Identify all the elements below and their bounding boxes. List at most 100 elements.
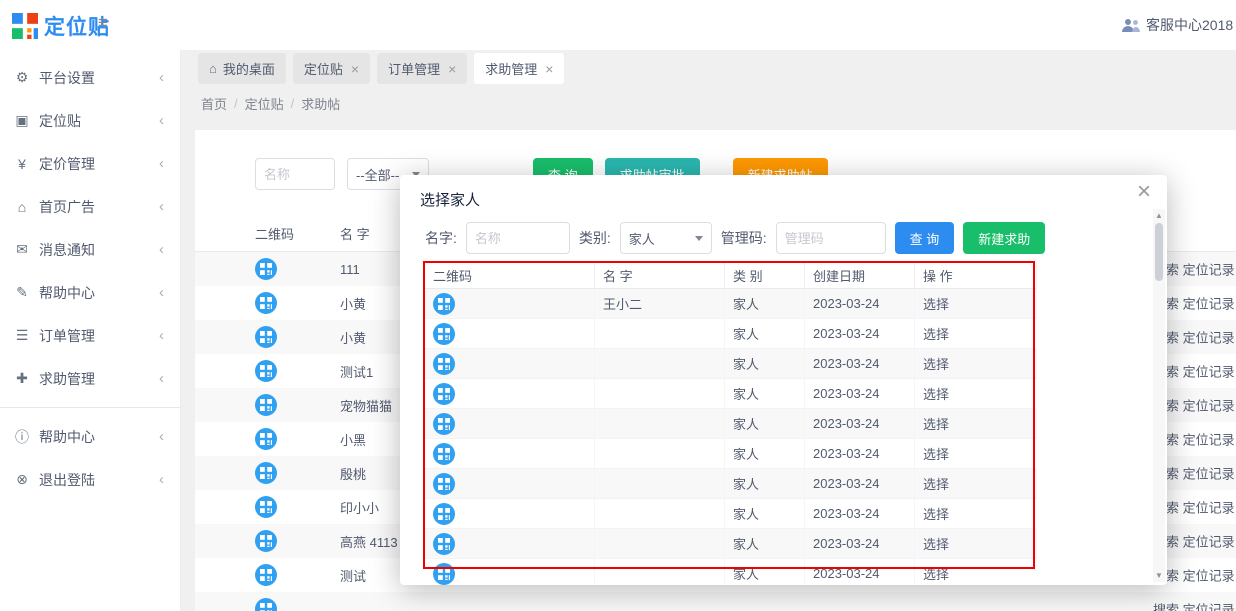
qr-code-icon — [255, 360, 277, 382]
tab-close-icon[interactable]: × — [351, 61, 359, 77]
qr-code-icon — [255, 394, 277, 416]
sidebar-item-label: 退出登陆 — [39, 470, 150, 490]
breadcrumb-label: 首页 — [201, 94, 227, 113]
select-row-link[interactable]: 选择 — [915, 409, 1037, 438]
sidebar-item[interactable]: ¥ 定价管理 ‹ — [0, 142, 180, 185]
select-row-link[interactable]: 选择 — [915, 289, 1037, 318]
name-cell — [595, 499, 725, 528]
sidebar-item[interactable]: ▣ 定位贴 ‹ — [0, 99, 180, 142]
qr-cell — [425, 439, 595, 468]
sidebar-item-label: 订单管理 — [39, 326, 150, 346]
category-cell: 家人 — [725, 499, 805, 528]
sidebar-item[interactable]: ⓘ 帮助中心 ‹ — [0, 415, 180, 458]
qr-cell — [425, 559, 595, 585]
family-row: 家人 2023-03-24 选择 — [425, 559, 1037, 585]
action-column-header: 操 作 — [915, 263, 1037, 288]
scroll-up-icon[interactable]: ▲ — [1153, 211, 1165, 220]
tab[interactable]: 定位贴 × — [293, 53, 370, 84]
category-cell: 家人 — [725, 409, 805, 438]
qr-cell — [255, 326, 340, 348]
select-row-link[interactable]: 选择 — [915, 529, 1037, 558]
search-location-records-link[interactable]: 搜索 定位记录 — [1153, 600, 1235, 611]
select-row-link[interactable]: 选择 — [915, 559, 1037, 585]
chevron-left-icon: ‹ — [159, 155, 164, 172]
sidebar-item[interactable]: ☰ 订单管理 ‹ — [0, 314, 180, 357]
breadcrumb: 首页 / 定位贴 / 求助帖 / — [181, 87, 1236, 120]
select-row-link[interactable]: 选择 — [915, 379, 1037, 408]
breadcrumb-item[interactable]: 首页 / — [201, 94, 245, 113]
sidebar-footer-menu: ⓘ 帮助中心 ‹ ⊗ 退出登陆 ‹ — [0, 415, 180, 501]
sidebar-item-label: 帮助中心 — [39, 283, 150, 303]
topbar: 定位贴 ≡ 客服中心2018 — [0, 0, 1236, 50]
sidebar-item-label: 平台设置 — [39, 68, 150, 88]
users-icon — [1122, 18, 1140, 33]
table-row: 搜索 定位记录 — [195, 592, 1236, 611]
family-row: 家人 2023-03-24 选择 — [425, 469, 1037, 499]
qr-cell — [255, 394, 340, 416]
created-date-cell: 2023-03-24 — [805, 379, 915, 408]
tab-close-icon[interactable]: × — [545, 61, 553, 77]
table-body: 王小二 家人 2023-03-24 选择 — [425, 289, 1037, 585]
sidebar-item[interactable]: ⌂ 首页广告 ‹ — [0, 185, 180, 228]
sidebar-item[interactable]: ✚ 求助管理 ‹ — [0, 357, 180, 400]
modal-search-button[interactable]: 查 询 — [895, 222, 955, 254]
chevron-left-icon: ‹ — [159, 327, 164, 344]
select-row-link[interactable]: 选择 — [915, 349, 1037, 378]
select-row-link[interactable]: 选择 — [915, 469, 1037, 498]
select-row-link[interactable]: 选择 — [915, 439, 1037, 468]
created-column-header: 创建日期 — [805, 263, 915, 288]
breadcrumb-item[interactable]: 定位贴 / — [245, 94, 302, 113]
name-label: 名字: — [425, 228, 457, 248]
sidebar-item[interactable]: ✉ 消息通知 ‹ — [0, 228, 180, 271]
created-date-cell: 2023-03-24 — [805, 439, 915, 468]
collapse-menu-icon[interactable]: ≡ — [98, 13, 108, 33]
select-value: 家人 — [629, 229, 655, 248]
tab[interactable]: 订单管理 × — [377, 53, 467, 84]
name-cell — [595, 349, 725, 378]
user-menu[interactable]: 客服中心2018 — [1122, 15, 1233, 35]
sidebar-item[interactable]: ⚙ 平台设置 ‹ — [0, 56, 180, 99]
sidebar-item-icon: ✉ — [14, 241, 30, 258]
qr-cell — [425, 529, 595, 558]
qr-code-icon — [433, 323, 455, 345]
modal-category-select[interactable]: 家人 — [620, 222, 712, 254]
chevron-left-icon: ‹ — [159, 112, 164, 129]
scrollbar-thumb[interactable] — [1155, 223, 1163, 281]
sidebar-item-icon: ⚙ — [14, 69, 30, 86]
breadcrumb-item[interactable]: 求助帖 / — [301, 94, 340, 113]
category-cell: 家人 — [725, 379, 805, 408]
qr-code-icon — [433, 293, 455, 315]
name-cell — [595, 409, 725, 438]
sidebar-item-icon: ✎ — [14, 284, 30, 301]
sidebar-item-label: 定价管理 — [39, 154, 150, 174]
qr-cell — [425, 289, 595, 318]
tab-label: 订单管理 — [388, 59, 440, 78]
tab[interactable]: ⌂ 我的桌面 — [198, 53, 286, 84]
scroll-down-icon[interactable]: ▼ — [1153, 571, 1165, 580]
modal-new-help-button[interactable]: 新建求助 — [963, 222, 1045, 254]
sidebar-item-label: 求助管理 — [39, 369, 150, 389]
close-icon[interactable]: × — [1137, 180, 1151, 204]
tab-close-icon[interactable]: × — [448, 61, 456, 77]
tab-label: 求助管理 — [485, 59, 537, 78]
name-cell: 王小二 — [595, 289, 725, 318]
created-date-cell: 2023-03-24 — [805, 469, 915, 498]
admin-code-input[interactable] — [776, 222, 886, 254]
qr-code-icon — [255, 462, 277, 484]
category-cell: 家人 — [725, 289, 805, 318]
sidebar-item[interactable]: ✎ 帮助中心 ‹ — [0, 271, 180, 314]
name-column-header: 名 字 — [595, 263, 725, 288]
family-table: 二维码 名 字 类 别 创建日期 操 作 — [425, 263, 1037, 585]
modal-scrollbar[interactable]: ▲ ▼ — [1153, 209, 1165, 582]
admin-code-label: 管理码: — [721, 228, 767, 248]
qr-code-icon — [255, 598, 277, 611]
created-date-cell: 2023-03-24 — [805, 499, 915, 528]
modal-name-input[interactable] — [466, 222, 570, 254]
name-filter-input[interactable] — [255, 158, 335, 190]
tab[interactable]: 求助管理 × — [474, 53, 564, 84]
chevron-left-icon: ‹ — [159, 241, 164, 258]
select-row-link[interactable]: 选择 — [915, 499, 1037, 528]
table-header-row: 二维码 名 字 类 别 创建日期 操 作 — [425, 263, 1037, 289]
select-row-link[interactable]: 选择 — [915, 319, 1037, 348]
sidebar-item[interactable]: ⊗ 退出登陆 ‹ — [0, 458, 180, 501]
